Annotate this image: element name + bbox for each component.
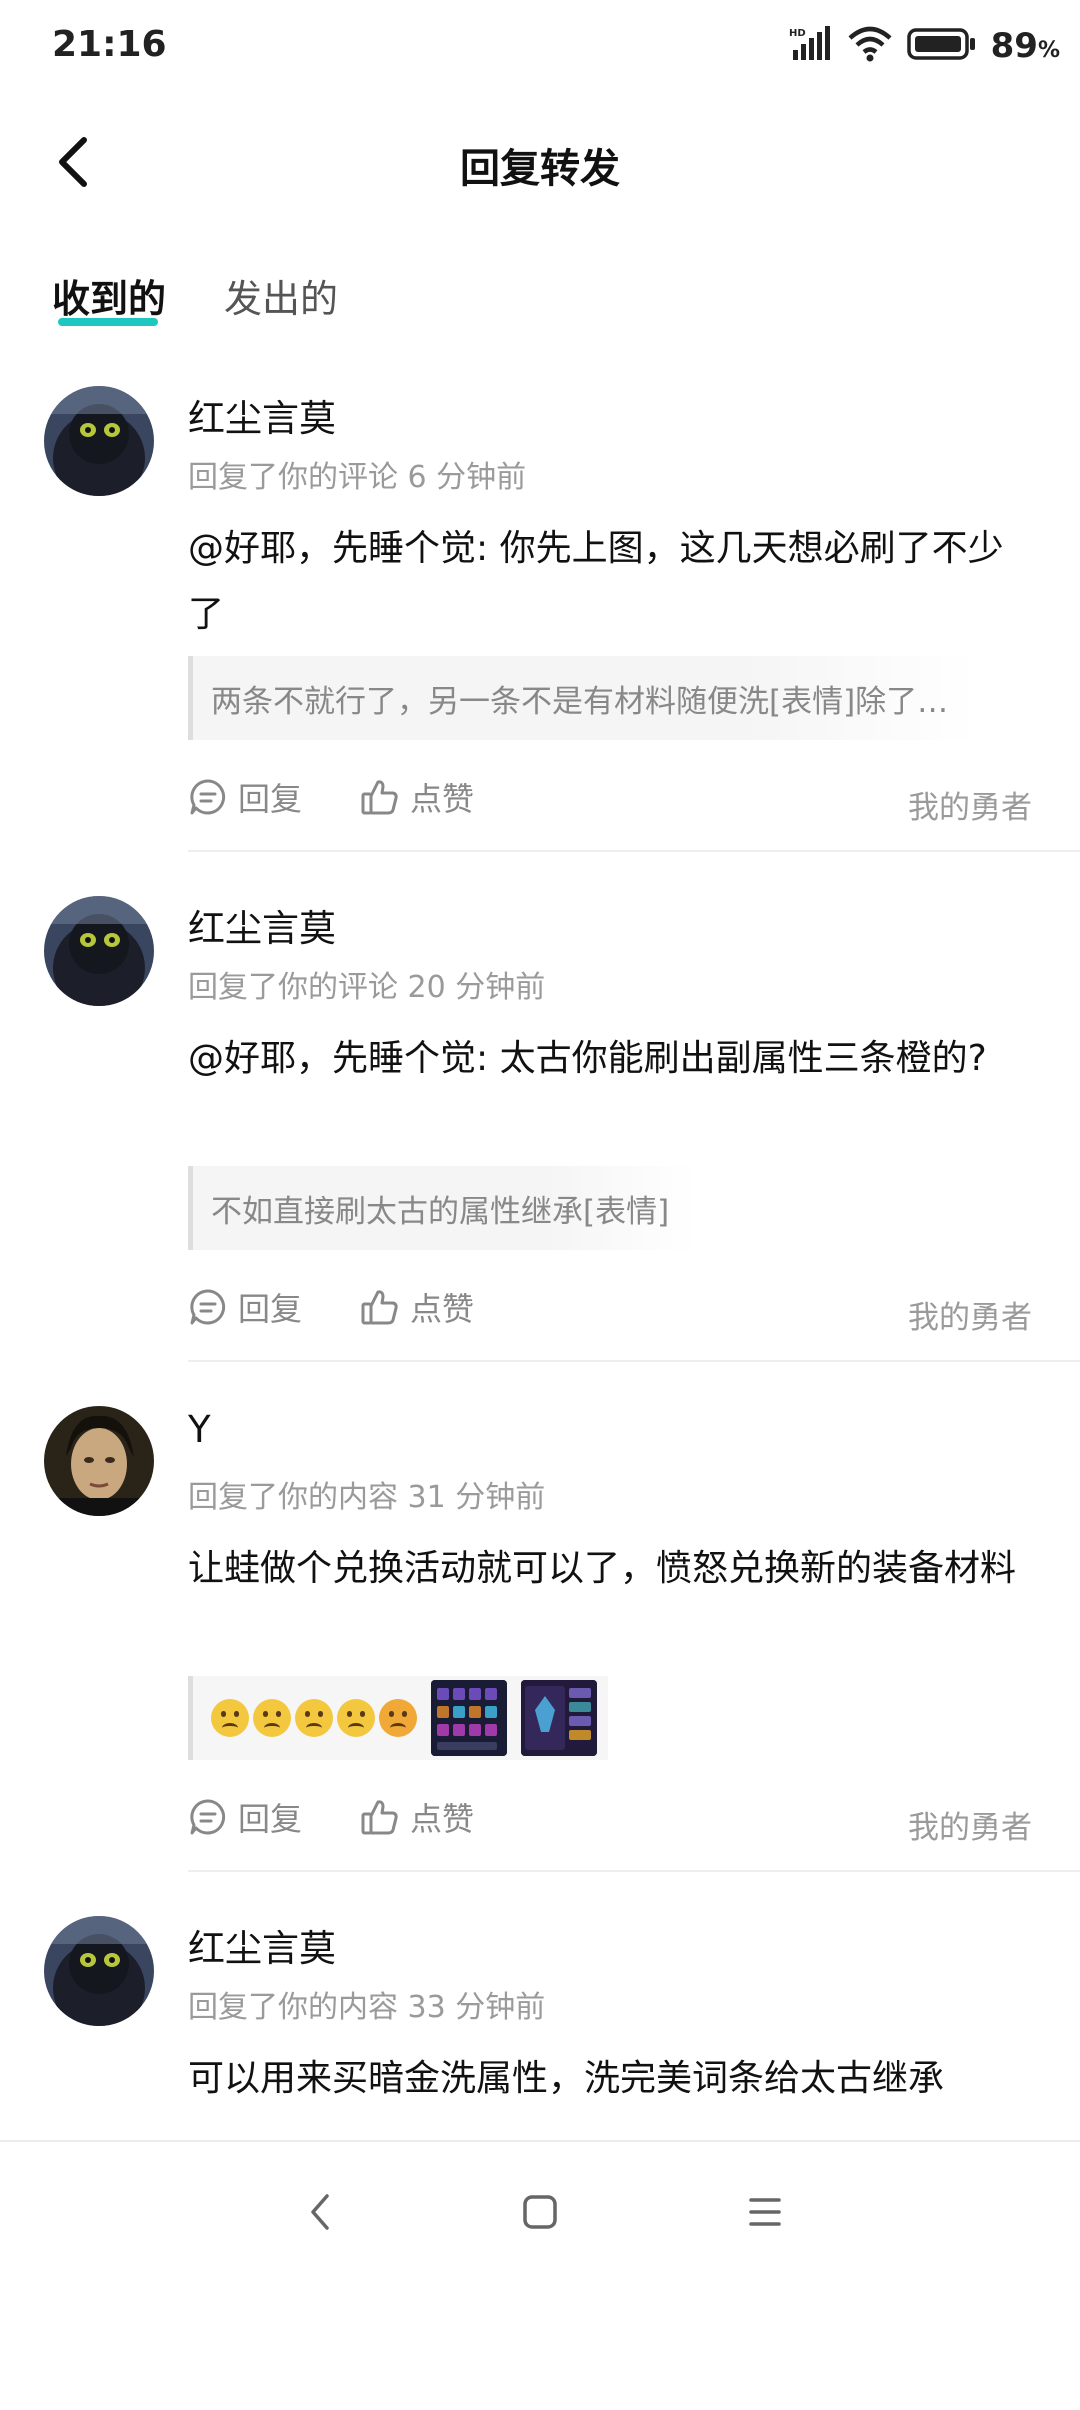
username[interactable]: 红尘言莫 [188, 1918, 336, 1972]
list-item[interactable]: 红尘言莫 回复了你的评论 20 分钟前 @好耶，先睡个觉: 太古你能刷出副属性三… [0, 880, 1080, 1390]
nav-back-icon [311, 2194, 329, 2230]
divider [188, 1360, 1080, 1362]
network-label: HD [789, 28, 806, 39]
avatar[interactable] [44, 1406, 154, 1516]
game-screenshot-thumbnail[interactable] [431, 1680, 507, 1756]
surprised-face-icon [337, 1699, 375, 1737]
reply-button[interactable]: 回复 [188, 1284, 302, 1330]
tab-label: 发出的 [224, 277, 339, 321]
tab-received[interactable]: 收到的 [52, 268, 166, 338]
status-time: 21:16 [52, 24, 167, 65]
comment-icon [190, 1289, 226, 1325]
nav-home-icon [523, 2195, 557, 2229]
reply-label: 回复 [238, 1800, 303, 1838]
thumbs-up-icon [361, 780, 398, 815]
username[interactable]: 红尘言莫 [188, 898, 336, 952]
like-label: 点赞 [410, 780, 475, 818]
status-icons: HD 89% [789, 26, 1060, 66]
confused-face-icon [295, 1699, 333, 1737]
nav-home-button[interactable] [510, 2182, 570, 2242]
reply-meta: 回复了你的内容 33 分钟前 [188, 1990, 546, 2025]
frowning-face-icon [253, 1699, 291, 1737]
battery-icon [906, 27, 977, 65]
tab-bar: 收到的 发出的 [52, 268, 338, 338]
avatar[interactable] [44, 1916, 154, 2026]
quoted-comment[interactable]: 两条不就行了，另一条不是有材料随便洗[表情]除了… [188, 656, 978, 740]
tab-label: 收到的 [52, 277, 167, 321]
reply-label: 回复 [238, 1290, 303, 1328]
comment-icon [190, 779, 226, 815]
action-row: 回复 点赞 我的勇者 [188, 774, 1038, 834]
like-label: 点赞 [410, 1800, 475, 1838]
action-row: 回复 点赞 我的勇者 [188, 1284, 1038, 1344]
signal-icon: HD [789, 26, 833, 66]
divider [188, 1870, 1080, 1872]
list-item[interactable]: 红尘言莫 回复了你的评论 6 分钟前 @好耶，先睡个觉: 你先上图，这几天想必刷… [0, 370, 1080, 880]
status-bar: 21:16 HD 89% [0, 0, 1080, 96]
reply-button[interactable]: 回复 [188, 774, 302, 820]
like-button[interactable]: 点赞 [360, 1284, 474, 1330]
reply-meta: 回复了你的评论 20 分钟前 [188, 970, 546, 1005]
nav-back-button[interactable] [290, 2182, 350, 2242]
reply-meta: 回复了你的评论 6 分钟前 [188, 460, 527, 495]
reply-content[interactable]: @好耶，先睡个觉: 你先上图，这几天想必刷了不少了 [188, 516, 1038, 648]
list-item[interactable]: Y 回复了你的内容 31 分钟前 让蛙做个兑换活动就可以了，愤怒兑换新的装备材料 [0, 1390, 1080, 1900]
page-header: 回复转发 [0, 110, 1080, 220]
astonished-face-icon [379, 1699, 417, 1737]
quoted-text: 不如直接刷太古的属性继承[表情] [211, 1193, 670, 1230]
thumbs-up-icon [361, 1290, 398, 1325]
reply-content[interactable]: 让蛙做个兑换活动就可以了，愤怒兑换新的装备材料 [188, 1536, 1038, 1602]
action-row: 回复 点赞 我的勇者 [188, 1794, 1038, 1854]
divider [188, 850, 1080, 852]
source-tag[interactable]: 我的勇者 [908, 1802, 1032, 1847]
thumbs-up-icon [361, 1800, 398, 1835]
quoted-media[interactable] [188, 1676, 608, 1760]
frowning-face-icon [211, 1699, 249, 1737]
source-tag[interactable]: 我的勇者 [908, 782, 1032, 827]
reply-meta: 回复了你的内容 31 分钟前 [188, 1480, 546, 1515]
reply-list: 红尘言莫 回复了你的评论 6 分钟前 @好耶，先睡个觉: 你先上图，这几天想必刷… [0, 370, 1080, 2410]
avatar[interactable] [44, 896, 154, 1006]
like-label: 点赞 [410, 1290, 475, 1328]
nav-menu-icon [749, 2198, 781, 2226]
reply-label: 回复 [238, 780, 303, 818]
username[interactable]: 红尘言莫 [188, 388, 336, 442]
emoji-row [211, 1699, 417, 1737]
game-screenshot-thumbnail[interactable] [521, 1680, 597, 1756]
page-title: 回复转发 [460, 146, 620, 192]
like-button[interactable]: 点赞 [360, 774, 474, 820]
like-button[interactable]: 点赞 [360, 1794, 474, 1840]
battery-level: 89% [990, 26, 1060, 66]
quoted-text: 两条不就行了，另一条不是有材料随便洗[表情]除了… [211, 683, 949, 720]
username[interactable]: Y [188, 1408, 211, 1451]
tab-indicator [58, 318, 158, 326]
reply-content[interactable]: @好耶，先睡个觉: 太古你能刷出副属性三条橙的? [188, 1026, 1038, 1092]
avatar[interactable] [44, 386, 154, 496]
reply-button[interactable]: 回复 [188, 1794, 302, 1840]
comment-icon [190, 1799, 226, 1835]
reply-content[interactable]: 可以用来买暗金洗属性，洗完美词条给太古继承 [188, 2046, 1038, 2112]
source-tag[interactable]: 我的勇者 [908, 1292, 1032, 1337]
quoted-comment[interactable]: 不如直接刷太古的属性继承[表情] [188, 1166, 698, 1250]
nav-menu-button[interactable] [735, 2182, 795, 2242]
tab-sent[interactable]: 发出的 [224, 268, 338, 338]
wifi-icon [847, 26, 893, 66]
system-nav-bar [0, 2140, 1080, 2282]
